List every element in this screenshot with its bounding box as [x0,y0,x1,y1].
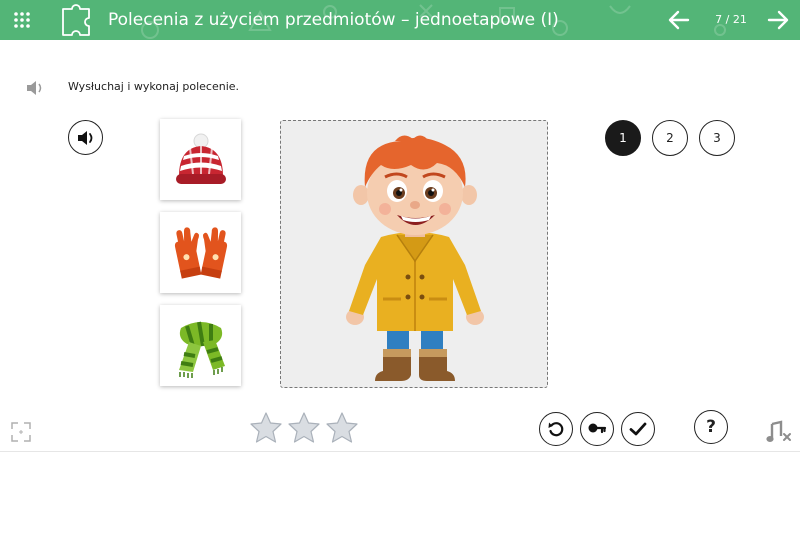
winter-hat-icon [175,133,226,184]
item-card-gloves[interactable] [160,212,241,293]
header-bar: Polecenia z użyciem przedmiotów – jednoe… [0,0,800,40]
star-rating [248,410,362,446]
instruction-text: Wysłuchaj i wykonaj polecenie. [68,80,240,93]
arrow-right-icon[interactable] [766,9,790,31]
step-button-1[interactable]: 1 [605,120,641,156]
fullscreen-icon[interactable] [10,421,32,443]
retry-button[interactable] [539,412,573,446]
arrow-left-icon[interactable] [667,9,691,31]
star-icon [288,412,320,443]
music-off-icon[interactable] [766,420,792,444]
step-label: 2 [666,131,674,145]
page-counter: 7 / 21 [715,13,747,26]
star-icon [326,412,358,443]
menu-grid-icon[interactable] [12,10,32,30]
speaker-icon [77,130,92,145]
check-button[interactable] [621,412,655,446]
boy-illustration [346,135,484,381]
checkmark-icon [629,422,647,436]
scarf-icon [178,321,225,378]
help-button[interactable]: ? [694,410,728,444]
step-label: 1 [619,131,627,145]
play-audio-button[interactable] [68,120,103,155]
retry-icon [548,422,564,437]
key-icon [588,423,607,434]
page-title: Polecenia z użyciem przedmiotów – jednoe… [108,10,559,30]
help-label: ? [706,417,716,437]
drop-zone[interactable] [280,120,548,388]
step-button-2[interactable]: 2 [652,120,688,156]
star-icon [250,412,282,443]
step-label: 3 [713,131,721,145]
exercise-window: Polecenia z użyciem przedmiotów – jednoe… [0,0,800,452]
step-button-3[interactable]: 3 [699,120,735,156]
gloves-icon [174,226,227,279]
puzzle-icon [62,4,90,36]
item-card-scarf[interactable] [160,305,241,386]
speaker-icon[interactable] [26,80,44,96]
item-card-hat[interactable] [160,119,241,200]
show-answer-button[interactable] [580,412,614,446]
